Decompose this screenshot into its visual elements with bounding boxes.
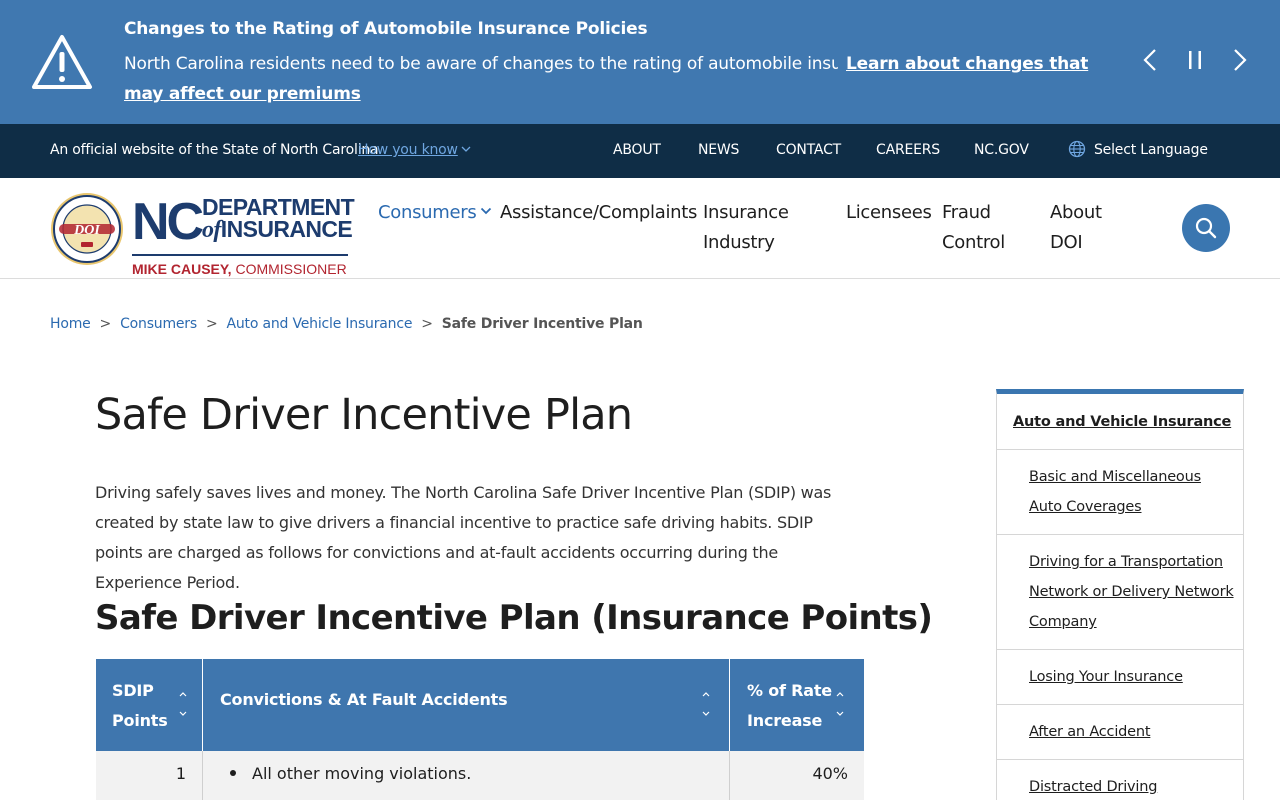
table-header: SDIP Points Convictions & At Fault Accid… — [96, 659, 864, 751]
util-link-ncgov[interactable]: NC.GOV — [974, 142, 1029, 158]
logo-nc: NC — [132, 193, 204, 251]
cell-violation-text: All other moving violations. — [252, 764, 472, 783]
sidenav-header[interactable]: Auto and Vehicle Insurance — [997, 394, 1243, 450]
util-link-news[interactable]: NEWS — [698, 142, 739, 158]
alert-body: North Carolina residents need to be awar… — [124, 49, 1104, 109]
ncdoi-logo[interactable]: DOI NC DEPARTMENT ofINSURANCE MIKE CAUSE… — [50, 192, 355, 277]
intro-paragraph: Driving safely saves lives and money. Th… — [95, 483, 832, 592]
cell-violation: All other moving violations. — [204, 751, 730, 800]
logo-of: of — [202, 217, 221, 243]
seal-text: DOI — [73, 223, 100, 238]
sidenav-item-label[interactable]: After an Accident — [1029, 717, 1235, 747]
util-link-contact[interactable]: CONTACT — [776, 142, 841, 158]
sidenav-item-after-accident[interactable]: After an Accident — [997, 705, 1243, 760]
nav-fraud-control[interactable]: Fraud Control — [942, 198, 1022, 258]
nav-insurance-industry[interactable]: Insurance Industry — [703, 198, 823, 258]
commissioner-name: MIKE CAUSEY, — [132, 261, 232, 277]
pause-icon[interactable] — [1181, 46, 1209, 74]
sdip-table: SDIP Points Convictions & At Fault Accid… — [96, 659, 864, 800]
breadcrumb-auto-vehicle[interactable]: Auto and Vehicle Insurance — [227, 316, 413, 332]
sort-icon[interactable] — [835, 689, 845, 719]
breadcrumb: Home > Consumers > Auto and Vehicle Insuranc… — [50, 316, 643, 332]
chevron-down-icon — [461, 146, 471, 152]
alert-text: North Carolina residents need to be awar… — [124, 54, 838, 74]
search-icon — [1195, 217, 1217, 239]
util-link-careers[interactable]: CAREERS — [876, 142, 940, 158]
header-label: SDIP Points — [112, 681, 168, 730]
column-header-convictions[interactable]: Convictions & At Fault Accidents — [204, 659, 730, 751]
sidenav-item-basic-coverages[interactable]: Basic and Miscellaneous Auto Coverages — [997, 450, 1243, 535]
sidenav-item-distracted-driving[interactable]: Distracted Driving Awareness — [997, 760, 1243, 800]
logo-commissioner: MIKE CAUSEY, COMMISSIONER — [132, 261, 347, 277]
table-row: 1 All other moving violations. 40% — [96, 751, 864, 800]
cell-points-value: 1 — [175, 764, 186, 783]
nav-licensees[interactable]: Licensees — [846, 198, 932, 228]
sort-icon[interactable] — [701, 689, 711, 719]
breadcrumb-separator: > — [205, 316, 218, 332]
commissioner-title: COMMISSIONER — [235, 261, 347, 277]
breadcrumb-current: Safe Driver Incentive Plan — [441, 316, 643, 332]
chevron-down-icon — [481, 207, 492, 215]
sidenav-item-label[interactable]: Distracted Driving Awareness — [1029, 772, 1235, 800]
how-you-know-link[interactable]: How you know — [358, 142, 471, 158]
section-title: Safe Driver Incentive Plan (Insurance Po… — [95, 598, 933, 638]
logo-department: DEPARTMENT ofINSURANCE — [202, 194, 355, 243]
official-site-bar: An official website of the State of Nort… — [0, 124, 1280, 178]
header-label: Convictions & At Fault Accidents — [220, 690, 508, 709]
logo-dept-line1: DEPARTMENT — [202, 194, 355, 220]
cell-points: 1 — [96, 751, 203, 800]
warning-triangle-icon — [32, 35, 92, 89]
sidenav-item-losing-insurance[interactable]: Losing Your Insurance — [997, 650, 1243, 705]
nav-assistance-complaints[interactable]: Assistance/Complaints — [500, 198, 697, 228]
logo-dept-line2-wrap: ofINSURANCE — [202, 216, 354, 243]
select-language-link[interactable]: Select Language — [1094, 142, 1208, 158]
breadcrumb-separator: > — [99, 316, 112, 332]
next-arrow-icon[interactable] — [1225, 46, 1253, 74]
side-navigation: Auto and Vehicle Insurance Basic and Mis… — [996, 389, 1244, 800]
prev-arrow-icon[interactable] — [1137, 46, 1165, 74]
breadcrumb-separator: > — [421, 316, 433, 332]
header-label: % of Rate Increase — [747, 681, 832, 730]
column-header-rate-increase[interactable]: % of Rate Increase — [731, 659, 864, 751]
sidenav-item-transportation-network[interactable]: Driving for a Transportation Network or … — [997, 535, 1243, 650]
alert-banner: Changes to the Rating of Automobile Insu… — [0, 0, 1280, 124]
logo-rule — [132, 254, 348, 256]
nav-about-doi[interactable]: About DOI — [1050, 198, 1110, 258]
sidenav-item-label[interactable]: Basic and Miscellaneous Auto Coverages — [1029, 462, 1235, 522]
page-title: Safe Driver Incentive Plan — [95, 390, 633, 440]
breadcrumb-home[interactable]: Home — [50, 316, 91, 332]
globe-icon[interactable] — [1068, 140, 1086, 158]
how-you-know-label: How you know — [358, 142, 458, 158]
bullet — [230, 770, 236, 776]
site-header: DOI NC DEPARTMENT ofINSURANCE MIKE CAUSE… — [0, 178, 1280, 279]
nav-consumers-label: Consumers — [378, 202, 477, 223]
cell-increase: 40% — [731, 751, 864, 800]
nav-consumers[interactable]: Consumers — [378, 198, 492, 228]
sidenav-header-link[interactable]: Auto and Vehicle Insurance — [1013, 407, 1231, 437]
doi-seal-icon: DOI — [51, 193, 123, 265]
util-link-about[interactable]: ABOUT — [613, 142, 661, 158]
sidenav-item-label[interactable]: Losing Your Insurance — [1029, 662, 1235, 692]
cell-increase-value: 40% — [812, 764, 848, 783]
logo-dept-line2: INSURANCE — [220, 216, 353, 242]
sidenav-item-label[interactable]: Driving for a Transportation Network or … — [1029, 547, 1235, 637]
official-site-text: An official website of the State of Nort… — [50, 142, 379, 158]
search-button[interactable] — [1182, 204, 1230, 252]
breadcrumb-consumers[interactable]: Consumers — [120, 316, 197, 332]
column-header-sdip-points[interactable]: SDIP Points — [96, 659, 203, 751]
alert-title: Changes to the Rating of Automobile Insu… — [124, 19, 648, 39]
sort-icon[interactable] — [178, 689, 188, 719]
